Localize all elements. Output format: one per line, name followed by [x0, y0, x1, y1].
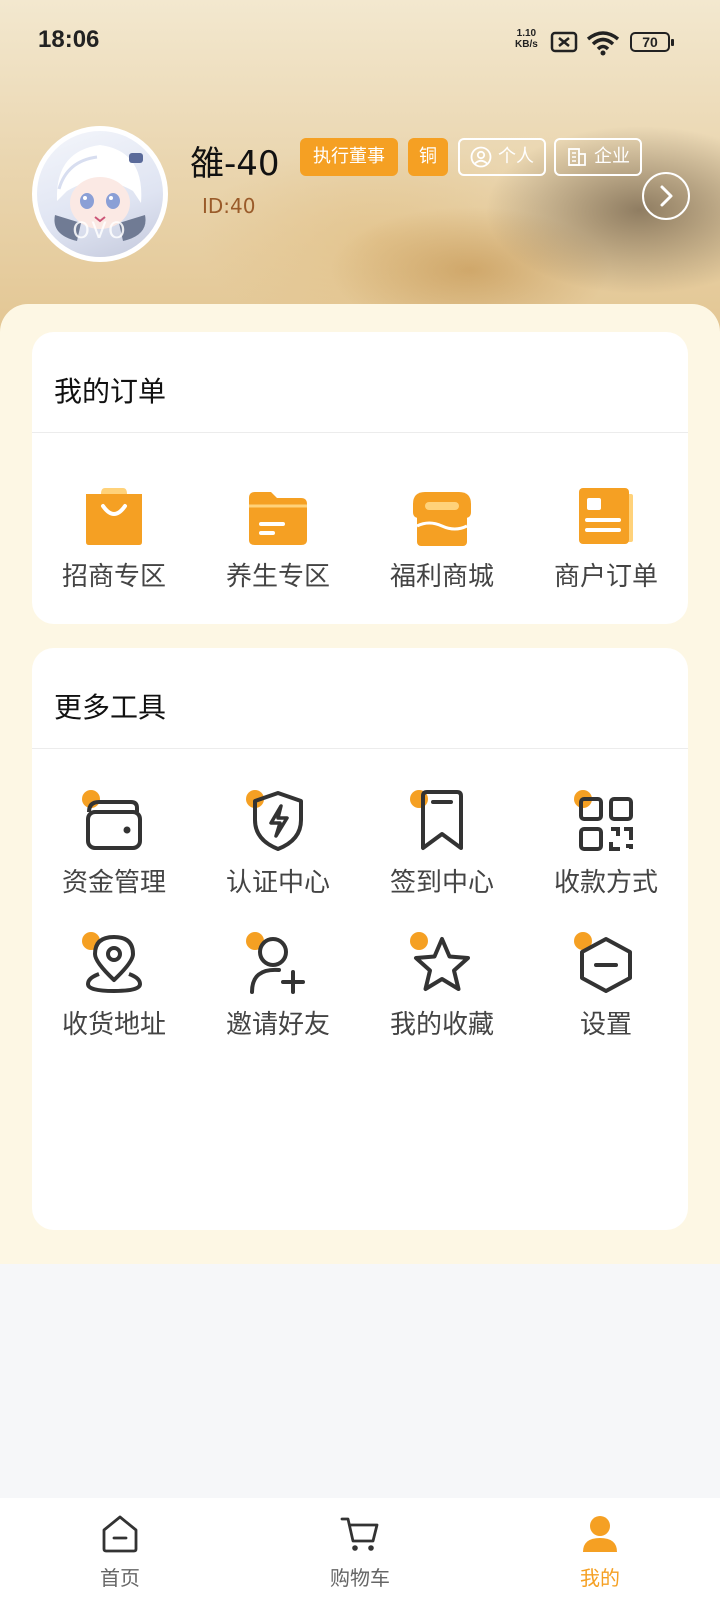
- tool-item-label: 签到中心: [389, 868, 494, 898]
- qr-code-icon: [579, 797, 633, 851]
- shopping-bag-icon: [86, 488, 142, 545]
- status-bar: 18:06 1.10 KB/s 70: [0, 0, 720, 84]
- tool-item-invite-friends[interactable]: 邀请好友: [196, 930, 360, 1041]
- star-icon: [414, 937, 470, 991]
- tool-item-label: 收货地址: [61, 1010, 166, 1040]
- order-item-welfare-mall[interactable]: 福利商城: [360, 482, 524, 593]
- network-speed: 1.10 KB/s: [515, 28, 538, 50]
- bookmark-icon: [421, 790, 463, 850]
- user-id: ID:40: [202, 194, 256, 218]
- tool-item-check-in[interactable]: 签到中心: [360, 788, 524, 899]
- wifi-icon: [586, 31, 620, 56]
- tab-profile[interactable]: 我的: [540, 1514, 660, 1591]
- my-orders-card: 我的订单 招商专区 养生专区 福利商城 商户订单: [32, 332, 688, 624]
- tool-item-payment-methods[interactable]: 收款方式: [524, 788, 688, 899]
- sim-error-icon: [550, 31, 578, 53]
- card-divider: [32, 432, 688, 433]
- order-item-health[interactable]: 养生专区: [196, 482, 360, 593]
- tool-item-settings[interactable]: 设置: [524, 930, 688, 1041]
- network-speed-unit: KB/s: [515, 39, 538, 50]
- more-tools-title: 更多工具: [54, 691, 167, 724]
- more-tools-card: 更多工具 资金管理 认证中心 签到中心 收款方式 收货地址 邀请好友 我的收藏 …: [32, 648, 688, 1230]
- avatar-caption: OVO: [72, 219, 128, 244]
- profile-icon: [583, 1516, 617, 1552]
- tool-item-label: 设置: [579, 1010, 632, 1040]
- bottom-tab-bar: 首页 购物车 我的: [0, 1498, 720, 1600]
- tab-label: 我的: [580, 1566, 620, 1590]
- enterprise-label: 企业: [594, 146, 630, 167]
- tool-item-label: 邀请好友: [225, 1010, 330, 1040]
- status-time: 18:06: [38, 26, 100, 53]
- avatar[interactable]: OVO: [32, 126, 168, 262]
- tool-item-funds[interactable]: 资金管理: [32, 788, 196, 899]
- order-item-label: 福利商城: [389, 562, 494, 592]
- level-badge: 铜: [408, 138, 448, 176]
- my-orders-title: 我的订单: [54, 375, 167, 408]
- enterprise-tag[interactable]: 企业: [554, 138, 642, 176]
- location-pin-icon: [85, 935, 143, 994]
- document-icon: [579, 488, 633, 544]
- profile-detail-button[interactable]: [642, 172, 690, 220]
- network-speed-value: 1.10: [516, 28, 537, 39]
- order-item-label: 商户订单: [553, 562, 658, 592]
- tool-item-shipping-address[interactable]: 收货地址: [32, 930, 196, 1041]
- shield-icon: [253, 791, 303, 851]
- tab-home[interactable]: 首页: [60, 1514, 180, 1591]
- battery-icon: 70: [630, 32, 674, 52]
- settings-icon: [580, 937, 632, 993]
- tool-item-verification[interactable]: 认证中心: [196, 788, 360, 899]
- tool-item-label: 我的收藏: [389, 1010, 494, 1040]
- username: 雒-40: [190, 144, 280, 184]
- home-icon: [102, 1515, 138, 1553]
- add-user-icon: [250, 937, 305, 994]
- tab-label: 首页: [100, 1566, 140, 1590]
- order-item-merchant-orders[interactable]: 商户订单: [524, 482, 688, 593]
- cart-icon: [340, 1517, 379, 1551]
- person-circle-icon: [470, 146, 492, 168]
- wallet-icon: [86, 800, 142, 850]
- order-item-label: 养生专区: [225, 562, 330, 592]
- folder-icon: [249, 492, 307, 545]
- tool-item-label: 收款方式: [553, 868, 658, 898]
- building-icon: [568, 148, 586, 166]
- tool-item-favorites[interactable]: 我的收藏: [360, 930, 524, 1041]
- tab-label: 购物车: [330, 1566, 390, 1590]
- personal-tag[interactable]: 个人: [458, 138, 546, 176]
- personal-label: 个人: [498, 146, 534, 167]
- role-badge: 执行董事: [300, 138, 398, 176]
- order-item-label: 招商专区: [61, 562, 166, 592]
- card-divider: [32, 748, 688, 749]
- tool-item-label: 认证中心: [225, 868, 330, 898]
- store-icon: [413, 492, 471, 546]
- order-item-investment[interactable]: 招商专区: [32, 482, 196, 593]
- chevron-right-icon: [660, 185, 673, 207]
- tool-item-label: 资金管理: [61, 868, 166, 898]
- tab-cart[interactable]: 购物车: [300, 1514, 420, 1591]
